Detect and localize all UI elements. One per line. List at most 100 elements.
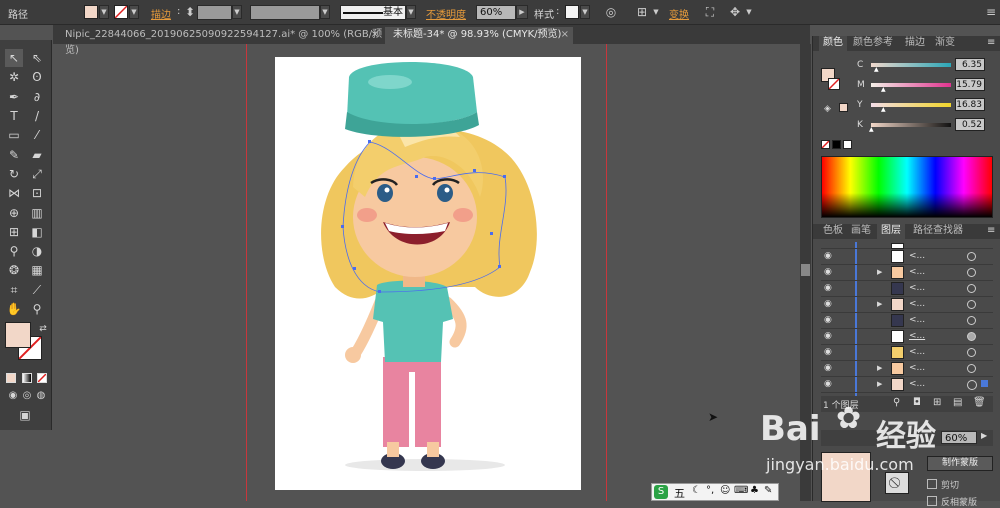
tab-color-guide[interactable]: 颜色参考 bbox=[849, 36, 897, 51]
layer-name[interactable]: <... bbox=[909, 347, 925, 357]
tab-swatches[interactable]: 色板 bbox=[819, 224, 847, 239]
tab-gradient[interactable]: 渐变 bbox=[931, 36, 959, 51]
c-value-field[interactable]: 6.35 bbox=[955, 58, 985, 71]
line-tool-icon[interactable]: / bbox=[28, 107, 46, 125]
expand-icon[interactable]: ▶ bbox=[877, 268, 882, 276]
slider-thumb-icon[interactable]: ▲ bbox=[869, 126, 874, 133]
visibility-eye-icon[interactable]: ◉ bbox=[824, 283, 834, 293]
gradient-tool-icon[interactable]: ◧ bbox=[28, 223, 46, 241]
width-tool-icon[interactable]: ⋈ bbox=[5, 184, 23, 202]
color-panel-stroke-swatch[interactable] bbox=[828, 78, 840, 90]
slider-thumb-icon[interactable]: ▲ bbox=[881, 86, 886, 93]
visibility-eye-icon[interactable]: ◉ bbox=[824, 299, 834, 309]
target-icon[interactable] bbox=[967, 380, 977, 390]
layer-row[interactable]: ◉ <... bbox=[821, 249, 993, 265]
variable-width-dropdown-icon[interactable]: ▼ bbox=[320, 5, 330, 19]
opacity-label[interactable]: 不透明度 bbox=[426, 6, 466, 21]
layer-name[interactable]: <... bbox=[909, 283, 925, 293]
target-icon[interactable] bbox=[967, 268, 976, 277]
tab-document-1[interactable]: Nipic_22844066_20190625090922594127.ai* … bbox=[57, 27, 383, 56]
align-dropdown-icon[interactable]: ▼ bbox=[648, 4, 664, 20]
visibility-eye-icon[interactable]: ◉ bbox=[824, 251, 834, 261]
chart-tool-icon[interactable]: ▥ bbox=[28, 204, 46, 222]
moon-icon[interactable]: ☾ bbox=[692, 485, 701, 496]
visibility-eye-icon[interactable]: ◉ bbox=[824, 331, 834, 341]
fill-color-front[interactable] bbox=[5, 322, 31, 348]
selection-indicator[interactable] bbox=[981, 380, 988, 387]
layer-row[interactable]: ◉ <... bbox=[821, 345, 993, 361]
layer-row[interactable]: ◉ <... bbox=[821, 329, 993, 345]
gradient-mode-icon[interactable] bbox=[22, 373, 32, 383]
pen-tool-icon[interactable]: ✒ bbox=[5, 88, 23, 106]
control-menu-icon[interactable]: ≡ bbox=[983, 4, 999, 20]
brush-profile-field[interactable]: 基本 bbox=[340, 5, 406, 20]
panel-menu-icon[interactable]: ≡ bbox=[987, 37, 995, 48]
slice-tool-icon[interactable]: ⟋ bbox=[28, 281, 46, 299]
visibility-eye-icon[interactable]: ◉ bbox=[824, 267, 834, 277]
scrollbar-thumb[interactable] bbox=[801, 264, 810, 276]
layer-name[interactable]: <... bbox=[909, 331, 925, 341]
layer-name[interactable]: <... bbox=[909, 363, 925, 373]
layer-name[interactable]: <... bbox=[909, 379, 925, 389]
target-icon[interactable] bbox=[967, 284, 976, 293]
paintbrush-tool-icon[interactable]: ⁄ bbox=[28, 126, 46, 144]
expand-icon[interactable]: ▶ bbox=[877, 380, 882, 388]
artboard-tool-icon[interactable]: ⌗ bbox=[5, 281, 23, 299]
pencil-tool-icon[interactable]: ✎ bbox=[5, 146, 23, 164]
stroke-dropdown-icon[interactable]: ▼ bbox=[129, 5, 139, 19]
target-icon[interactable] bbox=[967, 300, 976, 309]
layer-name[interactable]: <... bbox=[909, 267, 925, 277]
keyboard-icon[interactable]: ⌨ bbox=[734, 485, 748, 496]
tab-stroke[interactable]: 描边 bbox=[901, 36, 929, 51]
black-swatch[interactable] bbox=[832, 140, 841, 149]
invert-mask-checkbox[interactable] bbox=[927, 496, 937, 506]
lasso-tool-icon[interactable]: ʘ bbox=[28, 68, 46, 86]
visibility-eye-icon[interactable]: ◉ bbox=[824, 379, 834, 389]
k-value-field[interactable]: 0.52 bbox=[955, 118, 985, 131]
emoji-icon[interactable]: ☺ bbox=[720, 485, 730, 496]
gamut-color-swatch[interactable] bbox=[839, 103, 848, 112]
target-icon[interactable] bbox=[967, 332, 976, 341]
visibility-eye-icon[interactable]: ◉ bbox=[824, 315, 834, 325]
white-swatch[interactable] bbox=[843, 140, 852, 149]
screen-mode-icon[interactable]: ▣ bbox=[16, 406, 34, 424]
transform-link[interactable]: 变换 bbox=[669, 6, 689, 21]
graphic-style-swatch[interactable] bbox=[565, 5, 579, 19]
eraser-tool-icon[interactable]: ▰ bbox=[28, 146, 46, 164]
stroke-weight-stepper[interactable]: ⬍ bbox=[182, 4, 198, 20]
variable-width-field[interactable] bbox=[250, 5, 320, 20]
rectangle-tool-icon[interactable]: ▭ bbox=[5, 126, 23, 144]
tab-brushes[interactable]: 画笔 bbox=[847, 224, 875, 239]
tab-pathfinder[interactable]: 路径查找器 bbox=[909, 224, 967, 239]
stroke-swatch[interactable] bbox=[114, 5, 128, 19]
rotate-tool-icon[interactable]: ↻ bbox=[5, 165, 23, 183]
recolor-artwork-icon[interactable]: ◎ bbox=[603, 4, 619, 20]
layer-row[interactable]: ◉ ▶ <... bbox=[821, 377, 993, 393]
hand-tool-icon[interactable]: ✋ bbox=[5, 300, 23, 318]
scale-tool-icon[interactable]: ⤢ bbox=[28, 165, 46, 183]
isolate-icon[interactable]: ⛶ bbox=[702, 4, 718, 20]
target-icon[interactable] bbox=[967, 252, 976, 261]
visibility-eye-icon[interactable]: ◉ bbox=[824, 347, 834, 357]
sogou-logo-icon[interactable]: S bbox=[654, 485, 668, 499]
artboard[interactable] bbox=[275, 57, 581, 490]
target-icon[interactable] bbox=[967, 348, 976, 357]
tab-color[interactable]: 颜色 bbox=[819, 36, 847, 51]
symbol-sprayer-tool-icon[interactable]: ❂ bbox=[5, 261, 23, 279]
stroke-weight-dropdown-icon[interactable]: ▼ bbox=[232, 5, 242, 19]
punctuation-icon[interactable]: °, bbox=[706, 485, 714, 496]
transform-dropdown-icon[interactable]: ▼ bbox=[741, 4, 757, 20]
column-graph-tool-icon[interactable]: ▦ bbox=[28, 261, 46, 279]
eyedropper-tool-icon[interactable]: ⚲ bbox=[5, 242, 23, 260]
tab-layers[interactable]: 图层 bbox=[877, 224, 905, 239]
stroke-weight-field[interactable] bbox=[197, 5, 232, 20]
zoom-tool-icon[interactable]: ⚲ bbox=[28, 300, 46, 318]
panel-menu-icon[interactable]: ≡ bbox=[987, 225, 995, 236]
none-mode-icon[interactable] bbox=[37, 373, 47, 383]
layer-name[interactable]: <... bbox=[909, 315, 925, 325]
close-icon[interactable]: × bbox=[371, 27, 379, 43]
mesh-tool-icon[interactable]: ⊞ bbox=[5, 223, 23, 241]
opacity-field[interactable]: 60% bbox=[476, 5, 516, 20]
tools-icon[interactable]: ✎ bbox=[764, 485, 772, 496]
slider-thumb-icon[interactable]: ▲ bbox=[874, 66, 879, 73]
